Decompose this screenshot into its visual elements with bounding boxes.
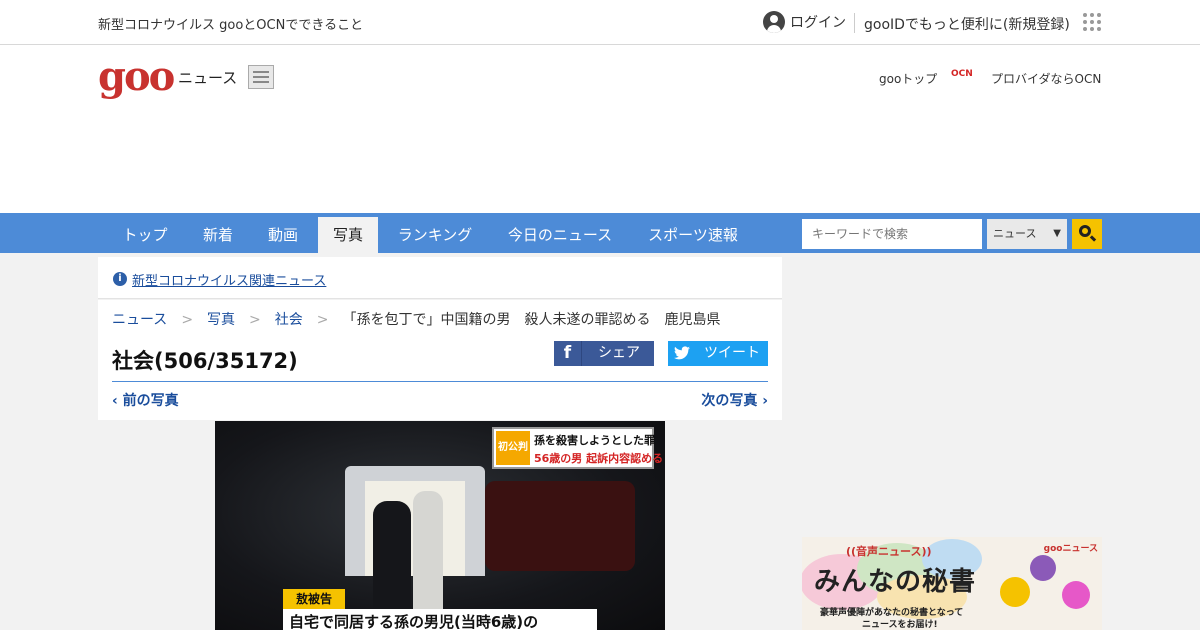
- breadcrumb-current: 「孫を包丁で」中国籍の男 殺人未遂の罪認める 鹿児島県: [342, 312, 721, 328]
- register-link[interactable]: gooIDでもっと便利に(新規登録): [864, 14, 1070, 34]
- ad-subtitle-2: ニュースをお届け!: [862, 620, 938, 630]
- breadcrumb-photo[interactable]: 写真: [207, 312, 235, 328]
- twitter-share-button[interactable]: ツイート: [668, 341, 768, 366]
- breadcrumb-separator-icon: >: [249, 312, 261, 328]
- ad-goo-logo: gooニュース: [1043, 544, 1098, 554]
- covid-promo-link[interactable]: 新型コロナウイルス gooとOCNでできること: [98, 14, 363, 33]
- info-icon: i: [113, 272, 127, 286]
- next-photo-label: 次の写真: [701, 393, 758, 409]
- tab-photo[interactable]: 写真: [318, 217, 378, 253]
- prev-photo-label: 前の写真: [122, 393, 179, 409]
- photo-headline-line1: 孫を殺害しようとした罪: [534, 434, 655, 447]
- search-scope-label: ニュース: [993, 227, 1037, 240]
- search-scope-select[interactable]: ニュース ▼: [987, 219, 1067, 249]
- tab-video[interactable]: 動画: [253, 213, 313, 253]
- ad-title: みんなの秘書: [814, 567, 977, 597]
- facebook-share-button[interactable]: f シェア: [554, 341, 654, 366]
- facebook-icon: f: [554, 341, 582, 366]
- site-header: goo ニュース gooトップ OCN プロバイダならOCN: [0, 45, 1200, 213]
- page-title: 社会(506/35172): [112, 349, 298, 373]
- tab-top[interactable]: トップ: [108, 213, 182, 253]
- dropdown-arrow-icon: ▼: [1053, 228, 1061, 239]
- covid-notice: i 新型コロナウイルス関連ニュース: [98, 257, 782, 299]
- ocn-logo[interactable]: OCN: [951, 69, 987, 83]
- ad-audio-label: ((音声ニュース)): [846, 545, 932, 558]
- photo-person-dark: [373, 501, 411, 621]
- next-photo-link[interactable]: 次の写真 ›: [701, 390, 768, 410]
- tab-today-news[interactable]: 今日のニュース: [492, 213, 628, 253]
- login-label: ログイン: [790, 15, 846, 31]
- search-button[interactable]: [1072, 219, 1102, 249]
- ad-character-purple: [1030, 555, 1056, 581]
- goo-top-link[interactable]: gooトップ: [879, 70, 937, 87]
- topbar-separator: [854, 13, 855, 33]
- prev-photo-link[interactable]: ‹ 前の写真: [112, 390, 179, 410]
- search-icon: [1079, 225, 1091, 237]
- tab-ranking[interactable]: ランキング: [384, 213, 486, 253]
- article-header: ニュース > 写真 > 社会 > 「孫を包丁で」中国籍の男 殺人未遂の罪認める 鹿児島県 社…: [98, 300, 782, 420]
- breadcrumb-separator-icon: >: [316, 312, 329, 328]
- breadcrumb-society[interactable]: 社会: [275, 312, 303, 328]
- section-name[interactable]: ニュース: [178, 67, 237, 88]
- user-icon: [763, 11, 785, 33]
- ad-character-yellow: [1000, 577, 1030, 607]
- covid-news-link[interactable]: 新型コロナウイルス関連ニュース: [132, 270, 326, 289]
- photo-car: [485, 481, 635, 571]
- twitter-icon: [674, 346, 690, 360]
- photo-headline-line2: 56歳の男 起訴内容認める: [534, 452, 664, 465]
- twitter-share-label: ツイート: [704, 345, 760, 361]
- news-photo[interactable]: 初公判 孫を殺害しようとした罪 56歳の男 起訴内容認める 敖被告 自宅で同居す…: [215, 421, 665, 630]
- tab-new[interactable]: 新着: [188, 213, 248, 253]
- photo-headline-box: 初公判 孫を殺害しようとした罪 56歳の男 起訴内容認める: [492, 427, 663, 469]
- photo-caption: 自宅で同居する孫の男児(当時6歳)の: [283, 609, 597, 630]
- facebook-share-label: シェア: [598, 345, 640, 361]
- login-link[interactable]: ログイン: [763, 11, 846, 33]
- apps-grid-icon[interactable]: [1083, 13, 1101, 31]
- breadcrumb-separator-icon: >: [181, 312, 194, 328]
- photo-headline-tag: 初公判: [496, 431, 530, 465]
- goo-logo[interactable]: goo: [98, 57, 175, 97]
- title-divider: [112, 381, 768, 382]
- audio-news-ad[interactable]: ((音声ニュース)) gooニュース みんなの秘書 豪華声優陣があなたの秘書とな…: [802, 537, 1102, 630]
- top-bar: 新型コロナウイルス gooとOCNでできること ログイン gooIDでもっと便利…: [0, 0, 1200, 45]
- photo-person-white: [413, 491, 443, 621]
- main-nav: トップ 新着 動画 写真 ランキング 今日のニュース スポーツ速報 ニュース ▼: [0, 213, 1200, 253]
- breadcrumb-news[interactable]: ニュース: [112, 312, 167, 328]
- newspaper-icon: [248, 65, 274, 89]
- ocn-link[interactable]: プロバイダならOCN: [991, 70, 1101, 87]
- tab-sports[interactable]: スポーツ速報: [634, 213, 752, 253]
- breadcrumb: ニュース > 写真 > 社会 > 「孫を包丁で」中国籍の男 殺人未遂の罪認める 鹿児島県: [112, 309, 721, 329]
- photo-caption-tag: 敖被告: [283, 589, 345, 609]
- search-input[interactable]: [802, 219, 982, 249]
- ad-character-pink: [1062, 581, 1090, 609]
